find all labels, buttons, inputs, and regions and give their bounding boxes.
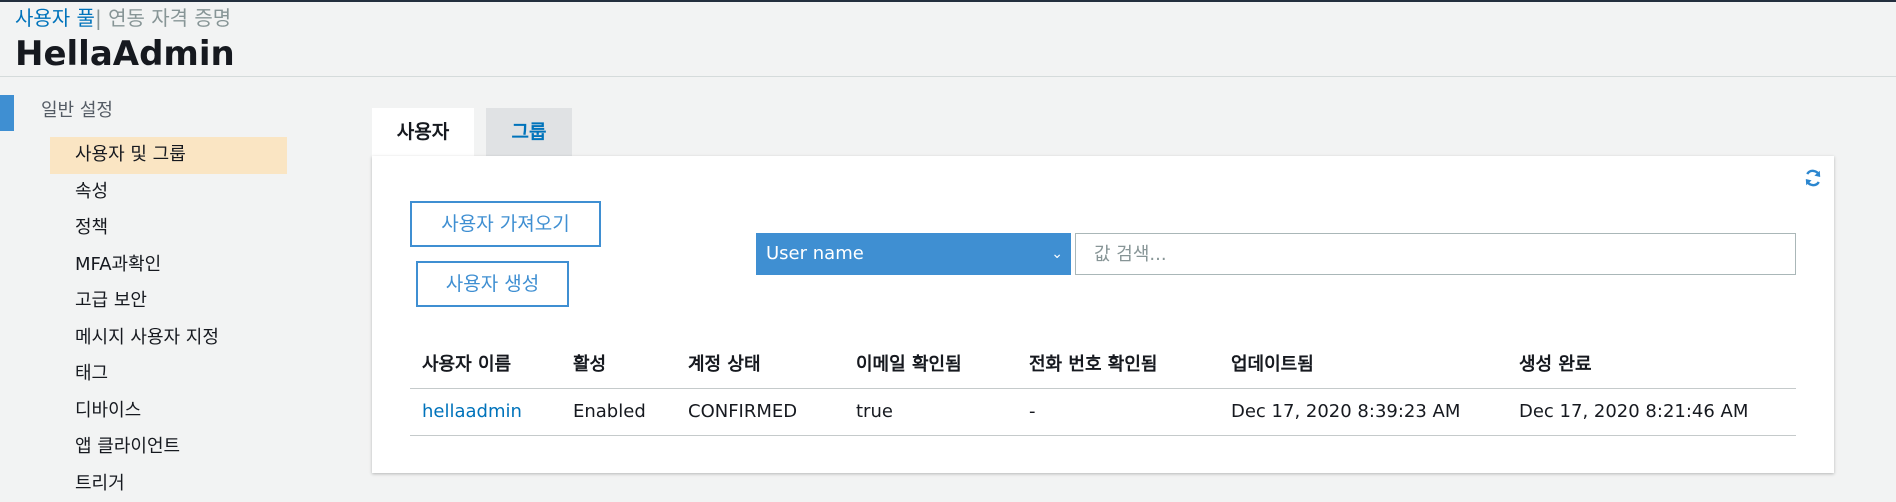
- create-user-button[interactable]: 사용자 생성: [416, 261, 569, 307]
- sidebar-item-advanced-security[interactable]: 고급 보안: [50, 283, 287, 320]
- sidebar-item-policies[interactable]: 정책: [50, 210, 287, 247]
- table-row: hellaadmin Enabled CONFIRMED true - Dec …: [410, 389, 1796, 436]
- enabled-cell: Enabled: [573, 389, 646, 435]
- breadcrumb-user-pools-link[interactable]: 사용자 풀: [15, 6, 95, 30]
- column-header-enabled[interactable]: 활성: [573, 342, 606, 388]
- tab-groups[interactable]: 그룹: [486, 108, 572, 156]
- updated-cell: Dec 17, 2020 8:39:23 AM: [1231, 389, 1460, 435]
- sidebar-item-users-and-groups[interactable]: 사용자 및 그룹: [50, 137, 287, 174]
- column-header-email-verified[interactable]: 이메일 확인됨: [856, 342, 962, 388]
- sidebar-item-message-customization[interactable]: 메시지 사용자 지정: [50, 320, 287, 357]
- column-header-created[interactable]: 생성 완료: [1519, 342, 1592, 388]
- sidebar-nav: 사용자 및 그룹 속성 정책 MFA과확인 고급 보안 메시지 사용자 지정 태…: [50, 137, 287, 502]
- tab-users[interactable]: 사용자: [372, 108, 474, 156]
- users-table: 사용자 이름 활성 계정 상태 이메일 확인됨 전화 번호 확인됨 업데이트됨 …: [410, 342, 1796, 436]
- column-header-phone-verified[interactable]: 전화 번호 확인됨: [1029, 342, 1157, 388]
- table-header-row: 사용자 이름 활성 계정 상태 이메일 확인됨 전화 번호 확인됨 업데이트됨 …: [410, 342, 1796, 389]
- page-header: 사용자 풀| 연동 자격 증명 HellaAdmin: [0, 0, 1896, 77]
- search-input[interactable]: [1075, 233, 1796, 275]
- sidebar-item-tags[interactable]: 태그: [50, 356, 287, 393]
- breadcrumb-federated-identities[interactable]: 연동 자격 증명: [102, 6, 231, 30]
- column-header-account-status[interactable]: 계정 상태: [688, 342, 761, 388]
- import-users-button[interactable]: 사용자 가져오기: [410, 201, 601, 247]
- page-title: HellaAdmin: [15, 32, 235, 76]
- search-attribute-value: User name: [766, 243, 864, 264]
- column-header-username[interactable]: 사용자 이름: [422, 342, 511, 388]
- sidebar-item-triggers[interactable]: 트리거: [50, 466, 287, 502]
- column-header-updated[interactable]: 업데이트됨: [1231, 342, 1314, 388]
- account-status-cell: CONFIRMED: [688, 389, 797, 435]
- sidebar-section-marker: [0, 95, 14, 131]
- sidebar-section-general-settings[interactable]: 일반 설정: [41, 97, 113, 125]
- sidebar-item-app-clients[interactable]: 앱 클라이언트: [50, 429, 287, 466]
- chevron-down-icon: ⌄: [1051, 233, 1063, 275]
- sidebar-item-devices[interactable]: 디바이스: [50, 393, 287, 430]
- refresh-icon[interactable]: [1803, 168, 1823, 188]
- breadcrumb-separator: |: [95, 6, 102, 30]
- sidebar-item-attributes[interactable]: 속성: [50, 174, 287, 211]
- breadcrumb: 사용자 풀| 연동 자격 증명: [15, 5, 231, 31]
- created-cell: Dec 17, 2020 8:21:46 AM: [1519, 389, 1748, 435]
- phone-verified-cell: -: [1029, 389, 1036, 435]
- search-attribute-select[interactable]: User name ⌄: [756, 233, 1071, 275]
- sidebar-item-mfa[interactable]: MFA과확인: [50, 247, 287, 284]
- email-verified-cell: true: [856, 389, 893, 435]
- username-link[interactable]: hellaadmin: [422, 389, 522, 435]
